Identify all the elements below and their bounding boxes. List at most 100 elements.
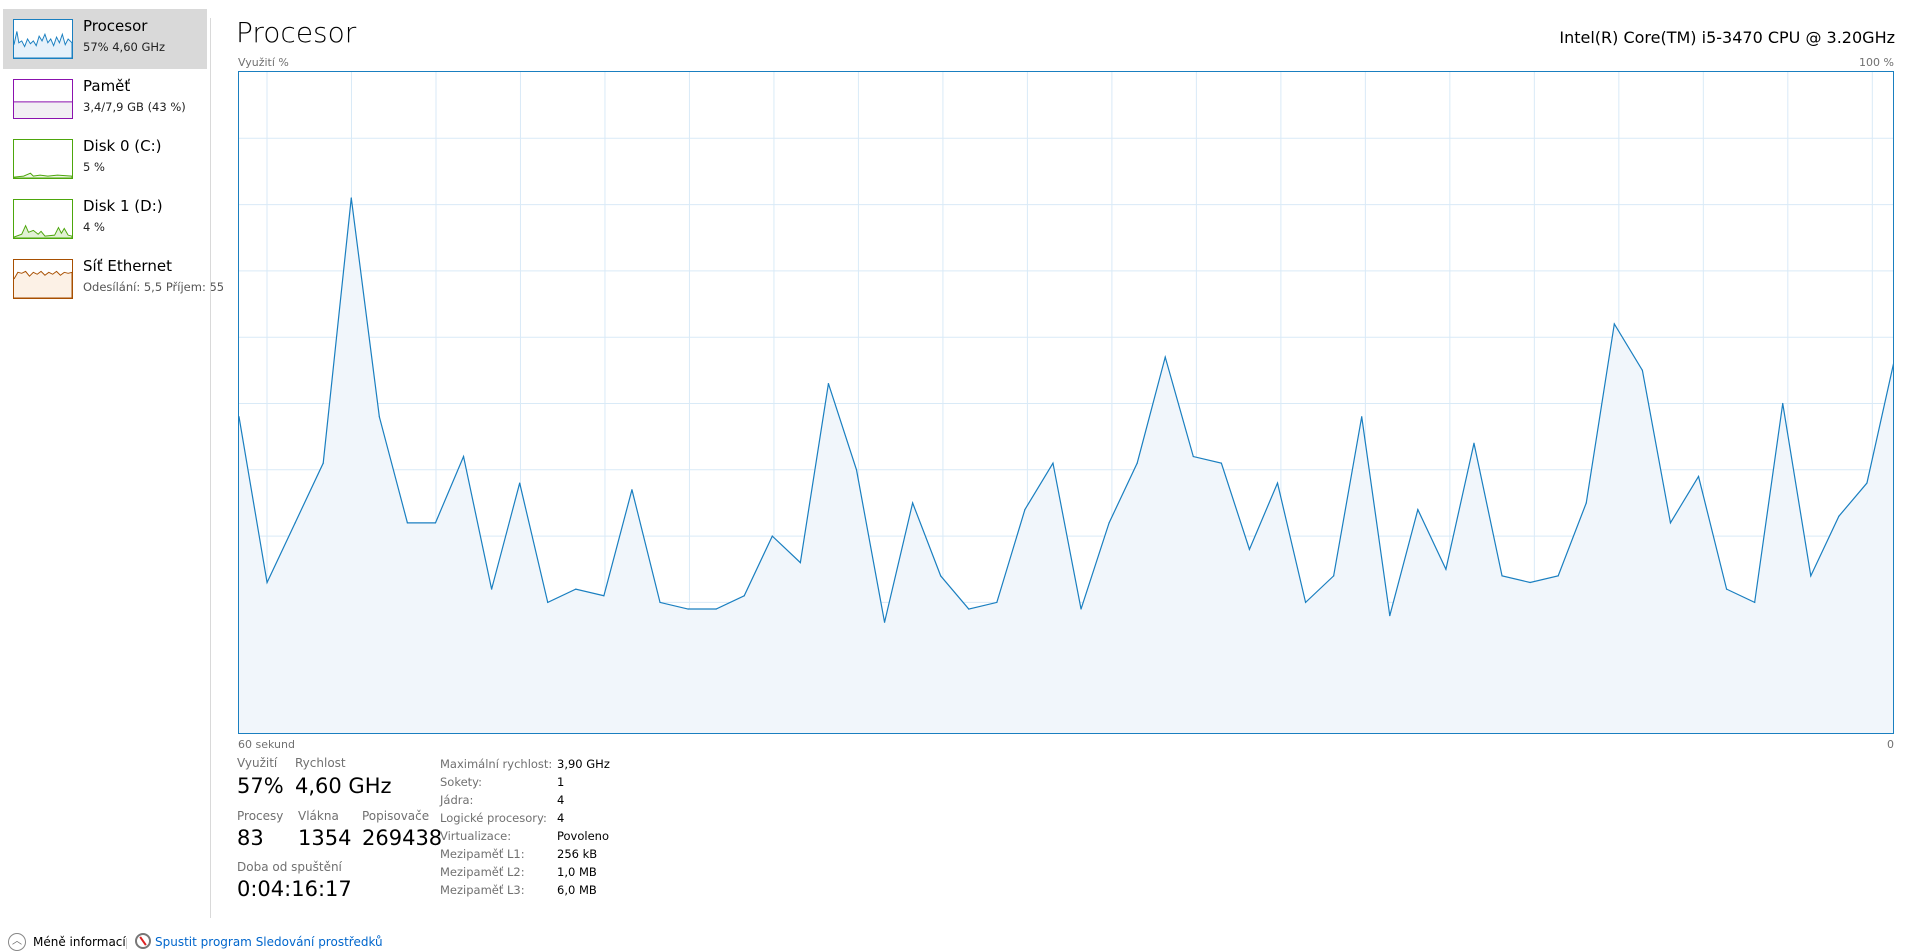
sidebar-item-disk0[interactable]: Disk 0 (C:) 5 % [3,129,207,189]
usage-point [519,482,521,484]
usage-point [1276,482,1279,484]
handles-value: 269438 [362,826,443,850]
page-title: Procesor [236,16,357,49]
sidebar-divider [210,18,211,918]
footer-divider [126,938,127,949]
usage-point [631,489,633,491]
usage-point [1108,522,1110,524]
memory-thumbnail [13,79,73,119]
cpu-name: Intel(R) Core(TM) i5-3470 CPU @ 3.20GHz [1559,28,1895,47]
x-axis-left-label: 60 sekund [238,738,295,751]
detail-value: Povoleno [557,829,609,843]
usage-point [294,522,296,524]
usage-area [239,197,1893,733]
threads-value: 1354 [298,826,352,850]
processes-label: Procesy [237,809,284,823]
usage-point [1136,462,1138,464]
usage-point [1641,369,1643,371]
detail-value: 4 [557,793,565,807]
usage-point [1304,601,1307,604]
usage-point [547,601,549,604]
usage-point [1164,356,1166,358]
usage-point [1389,615,1391,617]
utilization-value: 57% [237,774,284,798]
usage-point [462,455,465,458]
usage-point [406,522,409,524]
sidebar-item-title: Paměť [83,77,131,95]
sidebar-item-title: Disk 1 (D:) [83,197,163,215]
usage-point [491,588,493,590]
usage-point [350,197,352,199]
usage-point [1613,323,1615,325]
usage-point [1782,402,1784,405]
detail-value: 1 [557,775,565,789]
sidebar-item-disk1[interactable]: Disk 1 (D:) 4 % [3,189,207,249]
sidebar-item-memory[interactable]: Paměť 3,4/7,9 GB (43 %) [3,69,207,129]
usage-point [1024,508,1026,511]
usage-point [968,608,970,610]
detail-value: 3,90 GHz [557,757,610,771]
processes-value: 83 [237,826,264,850]
sidebar-item-sub: 57% 4,60 GHz [83,40,166,54]
cpu-usage-chart [238,71,1894,734]
y-axis-label: Využití % [238,56,289,69]
usage-point [659,601,661,604]
usage-point [1220,462,1222,464]
detail-label: Mezipaměť L2: [440,865,525,879]
usage-point [1192,455,1194,458]
usage-point [855,469,858,471]
detail-value: 256 kB [557,847,598,861]
detail-value: 1,0 MB [557,865,597,879]
usage-point [799,562,801,564]
usage-point [1754,601,1756,604]
fewer-details-button[interactable]: Méně informací [33,935,126,949]
detail-label: Virtualizace: [440,829,512,843]
usage-point [1838,515,1840,517]
resource-monitor-icon [135,933,151,949]
sidebar-item-sub: 3,4/7,9 GB (43 %) [83,100,186,114]
usage-point [687,608,689,610]
speed-label: Rychlost [295,756,346,770]
usage-point [1333,575,1335,577]
usage-point [1557,575,1559,577]
open-resource-monitor-link[interactable]: Spustit program Sledování prostředků [155,935,383,949]
usage-point [996,601,998,604]
sidebar-item-title: Disk 0 (C:) [83,137,162,155]
usage-point [883,621,886,623]
sidebar-item-sub: Odesílání: 5,5 Příjem: 55 [83,280,225,294]
detail-label: Mezipaměť L3: [440,883,525,897]
usage-point [1361,416,1363,418]
usage-point [1445,568,1447,570]
detail-label: Jádra: [440,793,474,807]
usage-point [575,588,577,590]
usage-point [715,608,717,610]
detail-label: Maximální rychlost: [440,757,553,771]
usage-point [912,502,914,504]
detail-value: 6,0 MB [557,883,597,897]
detail-label: Sokety: [440,775,483,789]
usage-point [1473,442,1475,444]
usage-point [378,416,380,418]
usage-point [1080,608,1082,610]
usage-point [1417,508,1419,511]
detail-value: 4 [557,811,565,825]
cpu-thumbnail [13,19,73,59]
usage-point [1248,548,1251,550]
usage-point [1725,588,1728,590]
detail-label: Logické procesory: [440,811,547,825]
sidebar-item-ethernet[interactable]: Síť Ethernet Odesílání: 5,5 Příjem: 55 [3,249,224,309]
utilization-label: Využití [237,756,278,770]
sidebar-item-title: Procesor [83,17,148,35]
chevron-up-icon[interactable]: ︿ [8,933,26,951]
usage-point [434,522,437,524]
threads-label: Vlákna [298,809,339,823]
sidebar-item-sub: 5 % [83,160,105,174]
usage-point [1697,475,1700,478]
usage-point [743,595,745,597]
usage-point [603,595,605,597]
usage-point [1585,502,1587,504]
disk1-thumbnail [13,199,73,239]
sidebar-item-cpu[interactable]: Procesor 57% 4,60 GHz [3,9,207,69]
uptime-label: Doba od spuštění [237,860,342,874]
usage-point [1529,581,1531,584]
